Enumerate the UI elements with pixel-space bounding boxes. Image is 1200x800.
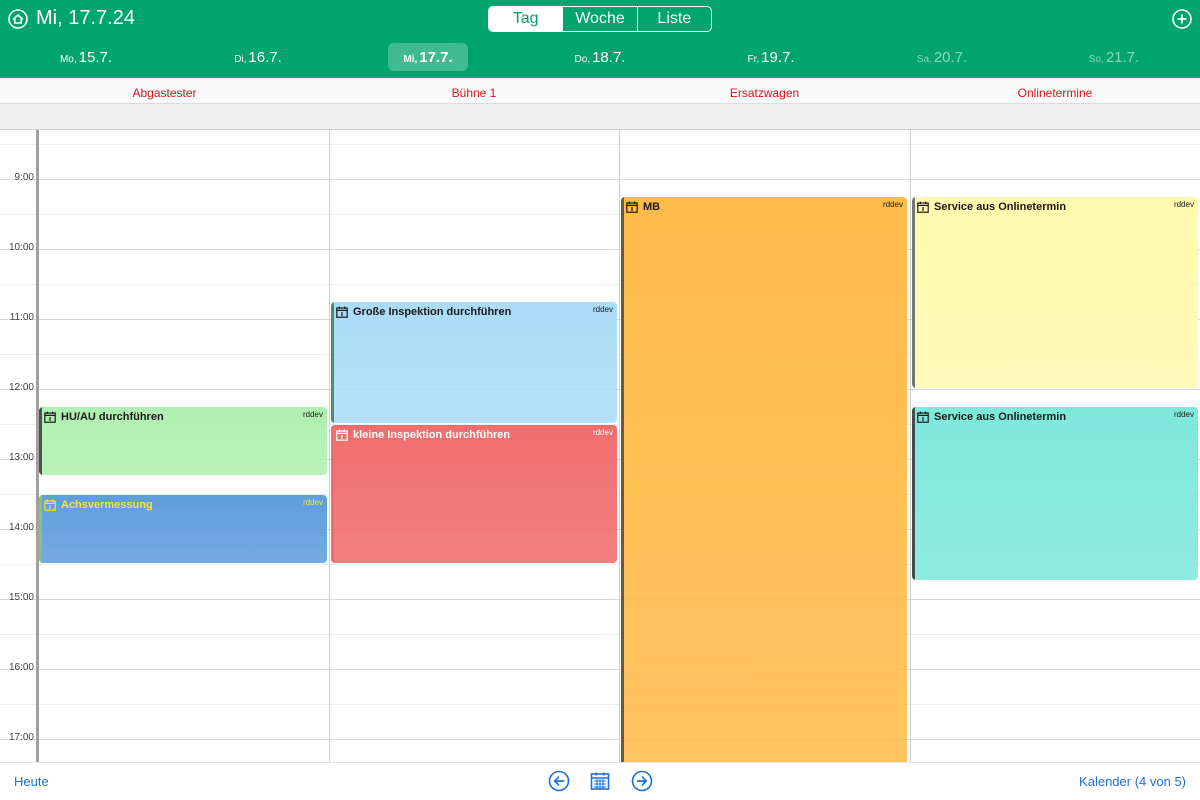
day-date: 15.7. — [78, 49, 113, 66]
day-selector[interactable]: Do, 18.7. — [560, 43, 640, 71]
event-title: HU/AU durchführen — [61, 411, 164, 423]
event-title: Achsvermessung — [61, 499, 153, 511]
home-icon[interactable] — [8, 9, 28, 29]
event-color-bar — [39, 407, 42, 475]
event-title: Service aus Onlinetermin — [934, 201, 1067, 213]
time-label: 17:00 — [8, 732, 34, 743]
event-color-bar — [912, 407, 915, 580]
day-selector[interactable]: Di, 16.7. — [218, 43, 298, 71]
event-owner: rddev — [1173, 200, 1194, 209]
calendar-event-icon — [917, 201, 929, 213]
event-title: MB — [643, 201, 661, 213]
event-title: Service aus Onlinetermin — [934, 411, 1067, 423]
calendar-count-button[interactable]: Kalender (4 von 5) — [1079, 774, 1186, 789]
hour-line — [0, 739, 1200, 740]
today-button[interactable]: Heute — [14, 774, 49, 789]
bottom-toolbar: Heute Kalender (4 von 5) — [0, 762, 1200, 800]
day-date: 18.7. — [592, 49, 626, 66]
view-switcher: Tag Woche Liste — [488, 6, 712, 32]
time-label: 10:00 — [8, 242, 34, 253]
calendar-event-icon — [336, 306, 348, 318]
all-day-row[interactable] — [0, 104, 1200, 130]
day-date: 17.7. — [419, 49, 453, 66]
day-selector[interactable]: Mi, 17.7. — [388, 43, 468, 71]
calendar-event-icon — [44, 499, 56, 511]
event-color-bar — [912, 197, 915, 388]
calendar-event[interactable]: Service aus Onlinetermin rddev — [912, 407, 1198, 580]
event-owner: rddev — [302, 410, 323, 419]
event-owner: rddev — [592, 428, 613, 437]
day-selector[interactable]: Sa, 20.7. — [902, 43, 982, 71]
event-color-bar — [331, 302, 334, 423]
day-selector[interactable]: Fr, 19.7. — [731, 43, 811, 71]
half-hour-line — [0, 634, 1200, 635]
day-date: 16.7. — [248, 49, 282, 66]
event-color-bar — [331, 425, 334, 563]
time-label: 13:00 — [8, 452, 34, 463]
calendar-event-icon — [336, 429, 348, 441]
time-label: 12:00 — [8, 382, 34, 393]
day-selector[interactable]: So, 21.7. — [1074, 43, 1154, 71]
hour-line — [0, 669, 1200, 670]
event-owner: rddev — [882, 200, 903, 209]
event-color-bar — [621, 197, 624, 762]
calendar-event[interactable]: Achsvermessung rddev — [39, 495, 327, 563]
column-divider — [910, 130, 911, 762]
time-label: 15:00 — [8, 592, 34, 603]
calendar-event[interactable]: HU/AU durchführen rddev — [39, 407, 327, 475]
hour-line — [0, 599, 1200, 600]
day-date: 21.7. — [1105, 49, 1140, 66]
day-name: Do, — [574, 54, 591, 65]
hour-line — [0, 179, 1200, 180]
event-title: Große Inspektion durchführen — [353, 306, 512, 318]
event-owner: rddev — [1173, 410, 1194, 419]
resource-column-title[interactable]: Onlinetermine — [910, 86, 1200, 100]
day-grid[interactable]: 9:00 10:00 11:00 12:00 13:00 14:00 15:00 16:00 1… — [0, 130, 1200, 762]
calendar-event[interactable]: MB rddev — [621, 197, 907, 762]
resource-column-title[interactable]: Abgastester — [0, 86, 329, 100]
event-owner: rddev — [302, 498, 323, 507]
day-name: Fr, — [747, 54, 760, 65]
calendar-event-icon — [626, 201, 638, 213]
time-label: 16:00 — [8, 662, 34, 673]
resource-header: Abgastester Bühne 1 Ersatzwagen Onlinetermi… — [0, 78, 1200, 130]
next-arrow-icon[interactable] — [631, 770, 653, 792]
current-date-title: Mi, 17.7.24 — [36, 7, 135, 29]
day-strip: Mo, 15.7. Di, 16.7. Mi, 17.7. Do, 18.7. Fr, 19.7.… — [0, 40, 1200, 74]
day-name: Sa, — [916, 54, 932, 65]
half-hour-line — [0, 144, 1200, 145]
resource-column-title[interactable]: Bühne 1 — [329, 86, 619, 100]
view-tab-week[interactable]: Woche — [562, 7, 636, 31]
day-date: 19.7. — [761, 49, 795, 66]
half-hour-line — [0, 704, 1200, 705]
day-name: So, — [1088, 54, 1104, 65]
view-tab-day[interactable]: Tag — [489, 7, 563, 31]
previous-arrow-icon[interactable] — [548, 770, 570, 792]
top-bar: Mi, 17.7.24 Tag Woche Liste Mo, 15.7. Di, 1… — [0, 0, 1200, 78]
time-label: 9:00 — [14, 172, 34, 183]
day-selector[interactable]: Mo, 15.7. — [46, 43, 126, 71]
column-divider — [619, 130, 620, 762]
day-name: Mi, — [403, 54, 418, 65]
calendar-event[interactable]: Service aus Onlinetermin rddev — [912, 197, 1198, 388]
event-color-bar — [39, 495, 42, 563]
calendar-event-icon — [44, 411, 56, 423]
calendar-event[interactable]: Große Inspektion durchführen rddev — [331, 302, 617, 423]
time-label: 11:00 — [9, 312, 34, 323]
calendar-icon[interactable] — [589, 770, 611, 792]
day-name: Di, — [234, 54, 247, 65]
event-title: kleine Inspektion durchführen — [353, 429, 511, 441]
view-tab-list[interactable]: Liste — [636, 7, 711, 31]
time-label: 14:00 — [8, 522, 34, 533]
event-owner: rddev — [592, 305, 613, 314]
calendar-event-icon — [917, 411, 929, 423]
day-date: 20.7. — [933, 49, 968, 66]
resource-column-title[interactable]: Ersatzwagen — [619, 86, 910, 100]
column-divider — [329, 130, 330, 762]
add-event-icon[interactable] — [1172, 9, 1192, 29]
calendar-event[interactable]: kleine Inspektion durchführen rddev — [331, 425, 617, 563]
day-name: Mo, — [59, 54, 77, 65]
